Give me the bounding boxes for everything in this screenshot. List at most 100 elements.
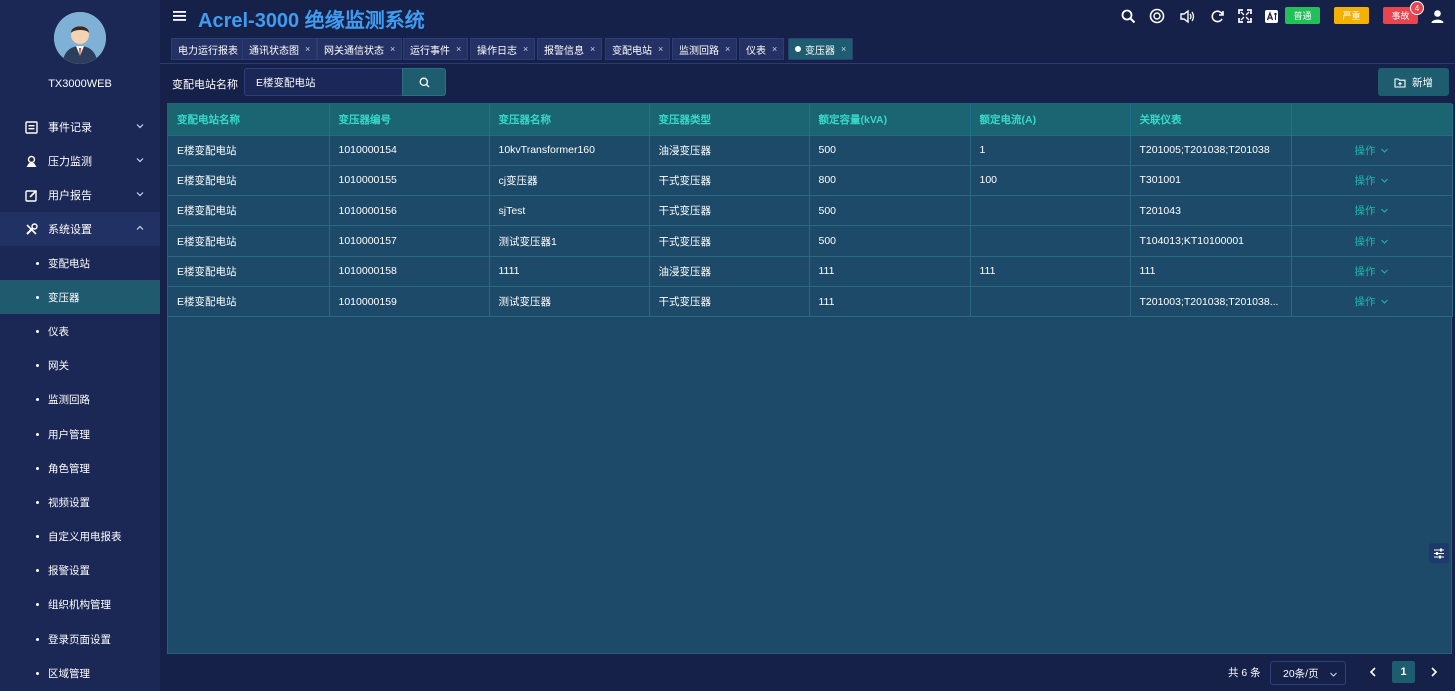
operation-dropdown[interactable]: 操作 [1355, 143, 1389, 158]
chevron-left-icon [1369, 667, 1376, 677]
operation-dropdown[interactable]: 操作 [1355, 264, 1389, 279]
sidebar-item-user-management[interactable]: 用户管理 [0, 417, 160, 451]
operation-dropdown[interactable]: 操作 [1355, 203, 1389, 218]
add-button[interactable]: 新增 [1378, 68, 1449, 96]
cell-rated-current: 1 [970, 134, 1131, 166]
fullscreen-icon[interactable] [1236, 7, 1254, 25]
column-header[interactable]: 额定容量(kVA) [809, 104, 971, 135]
operation-label: 操作 [1354, 235, 1376, 248]
cell-transformer-no: 1010000159 [329, 285, 490, 317]
menu-system-settings[interactable]: 系统设置 [0, 212, 160, 246]
cell-transformer-no: 1010000154 [329, 134, 490, 166]
sub-item-label: 变压器 [48, 291, 80, 304]
table-row[interactable]: E楼变配电站 1010000155 cj变压器 干式变压器 800 100 T3… [168, 164, 1453, 196]
operation-label: 操作 [1354, 174, 1376, 187]
column-header[interactable]: 关联仪表 [1130, 104, 1292, 135]
sidebar-item-video-settings[interactable]: 视频设置 [0, 485, 160, 519]
tab-power-report[interactable]: 电力运行报表 [171, 38, 245, 60]
cell-substation: E楼变配电站 [168, 225, 330, 257]
sidebar-item-organization[interactable]: 组织机构管理 [0, 588, 160, 622]
refresh-icon[interactable] [1208, 7, 1226, 25]
menu-user-report[interactable]: 用户报告 [0, 178, 160, 212]
column-header[interactable]: 变压器类型 [649, 104, 810, 135]
tab-operation-log[interactable]: 操作日志 × [470, 38, 536, 60]
sub-item-label: 区域管理 [48, 667, 90, 680]
close-icon[interactable]: × [772, 44, 777, 54]
menu-event-record[interactable]: 事件记录 [0, 110, 160, 144]
tab-monitor-loop[interactable]: 监测回路 × [672, 38, 738, 60]
close-icon[interactable]: × [456, 44, 461, 54]
menu-pressure-monitor[interactable]: 压力监测 [0, 144, 160, 178]
column-header[interactable]: 变压器编号 [329, 104, 490, 135]
level-serious-button[interactable]: 严重 [1334, 7, 1369, 24]
cell-rated-capacity: 500 [809, 195, 971, 226]
level-normal-button[interactable]: 普通 [1285, 7, 1320, 24]
page-size-value: 20条/页 [1283, 667, 1319, 680]
translate-icon[interactable] [1262, 7, 1280, 25]
current-page-button[interactable]: 1 [1392, 661, 1415, 683]
chevron-right-icon [1431, 667, 1438, 677]
user-icon[interactable] [1428, 7, 1446, 25]
tab-comm-status-chart[interactable]: 通讯状态图 × [242, 38, 318, 60]
column-header[interactable]: 变配电站名称 [168, 104, 330, 135]
tab-label: 运行事件 [410, 45, 450, 57]
sidebar-item-gateway[interactable]: 网关 [0, 349, 160, 383]
settings-tools-icon [24, 222, 38, 236]
sidebar-item-custom-report[interactable]: 自定义用电报表 [0, 520, 160, 554]
accident-count-badge: 4 [1410, 1, 1424, 15]
tab-substation[interactable]: 变配电站 × [605, 38, 671, 60]
sidebar-item-login-page-settings[interactable]: 登录页面设置 [0, 622, 160, 656]
table-row[interactable]: E楼变配电站 1010000156 sjTest 干式变压器 500 T2010… [168, 195, 1453, 226]
tab-label: 网关通信状态 [324, 45, 384, 57]
sidebar-item-transformer[interactable]: 变压器 [0, 280, 160, 315]
lifebuoy-icon[interactable] [1148, 7, 1166, 25]
search-icon[interactable] [1119, 7, 1137, 25]
close-icon[interactable]: × [658, 44, 663, 54]
menu-toggle-icon[interactable] [173, 10, 186, 22]
column-header[interactable]: 额定电流(A) [970, 104, 1131, 135]
sidebar-item-substation[interactable]: 变配电站 [0, 246, 160, 280]
tab-run-events[interactable]: 运行事件 × [403, 38, 469, 60]
folder-add-icon [1394, 77, 1406, 88]
column-header[interactable]: 变压器名称 [489, 104, 650, 135]
sidebar-item-monitor-loop[interactable]: 监测回路 [0, 383, 160, 417]
operation-dropdown[interactable]: 操作 [1355, 173, 1389, 188]
tab-transformer[interactable]: 变压器 × [788, 38, 854, 60]
close-icon[interactable]: × [523, 44, 528, 54]
prev-page-button[interactable] [1366, 664, 1380, 680]
close-icon[interactable]: × [725, 44, 730, 54]
operation-dropdown[interactable]: 操作 [1355, 294, 1389, 309]
level-accident-button[interactable]: 事故 4 [1383, 1, 1424, 24]
chevron-down-icon [1380, 208, 1388, 214]
sub-item-label: 用户管理 [48, 428, 90, 441]
table-row[interactable]: E楼变配电站 1010000154 10kvTransformer160 油浸变… [168, 134, 1453, 166]
user-avatar[interactable] [54, 12, 106, 64]
close-icon[interactable]: × [841, 44, 846, 54]
close-icon[interactable]: × [590, 44, 595, 54]
page-size-select[interactable]: 20条/页 [1270, 661, 1346, 685]
sidebar-item-area-management[interactable]: 区域管理 [0, 656, 160, 690]
tab-alarm-info[interactable]: 报警信息 × [537, 38, 603, 60]
tab-label: 操作日志 [477, 45, 517, 57]
sidebar-item-alarm-settings[interactable]: 报警设置 [0, 554, 160, 588]
table-row[interactable]: E楼变配电站 1010000157 测试变压器1 干式变压器 500 T1040… [168, 225, 1453, 257]
cell-actions: 操作 [1291, 134, 1453, 166]
sidebar-item-meter[interactable]: 仪表 [0, 314, 160, 348]
sidebar-item-role-management[interactable]: 角色管理 [0, 451, 160, 485]
close-icon[interactable]: × [390, 44, 395, 54]
substation-name-input[interactable] [244, 68, 403, 96]
tab-label: 电力运行报表 [178, 45, 238, 57]
operation-dropdown[interactable]: 操作 [1355, 234, 1389, 249]
menu-label: 事件记录 [48, 122, 92, 134]
close-icon[interactable]: × [305, 44, 310, 54]
volume-icon[interactable] [1178, 7, 1196, 25]
table-row[interactable]: E楼变配电站 1010000159 测试变压器 干式变压器 111 T20100… [168, 285, 1453, 317]
tab-gateway-comm-status[interactable]: 网关通信状态 × [317, 38, 403, 60]
next-page-button[interactable] [1427, 664, 1441, 680]
column-settings-button[interactable] [1429, 543, 1449, 563]
cell-linked-meters: T201003;T201038;T201038... [1130, 285, 1292, 317]
table-row[interactable]: E楼变配电站 1010000158 1111 油浸变压器 111 111 111… [168, 255, 1453, 287]
tab-meter[interactable]: 仪表 × [739, 38, 785, 60]
cell-linked-meters: T301001 [1130, 164, 1292, 196]
search-button[interactable] [402, 68, 446, 96]
